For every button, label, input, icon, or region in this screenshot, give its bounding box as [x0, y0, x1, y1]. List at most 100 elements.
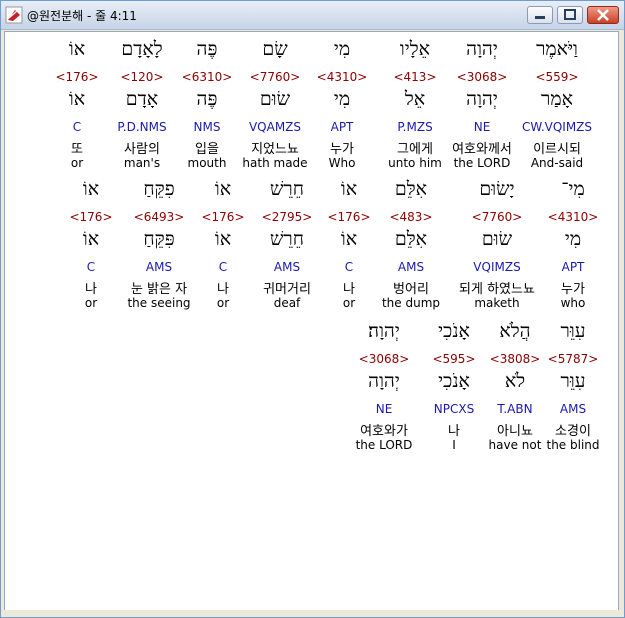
parse-code: NE	[473, 120, 491, 134]
hebrew-word: מִי־	[561, 178, 585, 200]
lemma-word: אָנֹכִי	[438, 370, 470, 392]
word-cell[interactable]: חֵרֵשׁ <2795> חֵרֵשׁ AMS 귀머거리 deaf	[249, 178, 325, 312]
word-cell[interactable]: לָאָדָם <120> אָדָם P.D.NMS 사람의 man's	[104, 38, 180, 172]
strong-number: <7760>	[249, 70, 301, 84]
hebrew-word: הֲלֹא	[499, 320, 531, 342]
close-button[interactable]	[587, 6, 619, 24]
english-gloss: And-said	[530, 156, 584, 170]
word-cell[interactable]: אוֹ <176> אוֹ C 나 or	[66, 178, 116, 312]
minimize-button[interactable]	[527, 6, 553, 24]
korean-gloss: 나	[448, 424, 460, 439]
word-cell[interactable]: מִי־ <4310> מִי APT 누가 who	[538, 178, 608, 312]
lemma-word: יְהוָה	[368, 370, 400, 392]
lemma-word: אוֹ	[82, 228, 100, 250]
word-cell[interactable]: אָנֹכִי <595> אָנֹכִי NPCXS 나 I	[421, 320, 487, 454]
parse-code: T.ABN	[497, 402, 533, 416]
english-gloss: or	[342, 296, 356, 310]
lemma-word: פֶּה	[196, 88, 218, 110]
strong-number: <7760>	[471, 210, 523, 224]
parse-code: P.D.NMS	[117, 120, 167, 134]
app-window: @원전분해 - 줄 4:11 וַיֹּאמֶר <559> אָמַר CW.VQI…	[0, 0, 625, 618]
korean-gloss: 벙어리	[393, 282, 429, 297]
lemma-word: אוֹ	[68, 88, 86, 110]
strong-number: <176>	[327, 210, 371, 224]
korean-gloss: 아니뇨	[497, 424, 533, 439]
hebrew-word: יָשׂוּם	[479, 178, 515, 200]
strong-number: <176>	[69, 210, 113, 224]
status-bar	[1, 610, 624, 617]
parse-code: NE	[375, 402, 393, 416]
hebrew-word: מִי	[333, 38, 351, 60]
korean-gloss: 나	[85, 282, 97, 297]
word-cell[interactable]: אוֹ <176> אוֹ C 또 or	[46, 38, 108, 172]
parse-code: VQIMZS	[473, 260, 521, 274]
parse-code: NMS	[193, 120, 221, 134]
english-gloss: man's	[123, 156, 161, 170]
lemma-word: יְהוָה	[466, 88, 498, 110]
strong-number: <4310>	[316, 70, 368, 84]
korean-gloss: 사람의	[124, 142, 160, 157]
lemma-word: שׂוּם	[481, 228, 513, 250]
strong-number: <559>	[535, 70, 579, 84]
lemma-word: פִּקֵּחַ	[143, 228, 175, 250]
strong-number: <595>	[432, 352, 476, 366]
korean-gloss: 누가	[330, 142, 354, 157]
english-gloss: have not	[488, 438, 542, 452]
strong-number: <413>	[393, 70, 437, 84]
lemma-word: מִי	[333, 88, 351, 110]
word-cell[interactable]: הֲלֹא <3808> לֹא T.ABN 아니뇨 have not	[480, 320, 550, 454]
hebrew-word: אָנֹכִי	[438, 320, 470, 342]
hebrew-word: אוֹ	[68, 38, 86, 60]
strong-number: <3808>	[489, 352, 541, 366]
word-cell[interactable]: פֶּה <6310> פֶּה NMS 입을 mouth	[176, 38, 238, 172]
title-bar[interactable]: @원전분해 - 줄 4:11	[1, 1, 624, 30]
english-gloss: mouth	[187, 156, 227, 170]
lemma-word: אָדָם	[125, 88, 159, 110]
hebrew-word: פֶּה	[196, 38, 218, 60]
korean-gloss: 또	[71, 142, 83, 157]
maximize-button[interactable]	[557, 6, 583, 24]
strong-number: <483>	[389, 210, 433, 224]
hebrew-word: שָׂם	[262, 38, 288, 60]
parse-code: CW.VQIMZS	[521, 120, 593, 134]
english-gloss: Who	[328, 156, 356, 170]
word-cell[interactable]: מִי <4310> מִי APT 누가 Who	[311, 38, 373, 172]
word-cell[interactable]: אִלֵּם <483> אִלֵּם AMS 벙어리 the dump	[376, 178, 446, 312]
english-gloss: deaf	[273, 296, 301, 310]
word-cell[interactable]: יְהוָה׃ <3068> יְהוָה NE 여호와가 the LORD	[349, 320, 419, 454]
word-cell[interactable]: וַיֹּאמֶר <559> אָמַר CW.VQIMZS 이르시되 And-said	[513, 38, 601, 172]
english-gloss: I	[452, 438, 456, 452]
english-gloss: the LORD	[355, 438, 413, 452]
strong-number: <4310>	[547, 210, 599, 224]
lemma-word: אִלֵּם	[394, 228, 428, 250]
word-cell[interactable]: פִקֵּחַ <6493> פִּקֵּחַ AMS 눈 밝은 자 the seeing	[114, 178, 204, 312]
english-gloss: the LORD	[453, 156, 511, 170]
hebrew-word: אִלֵּם	[394, 178, 428, 200]
parse-code: C	[72, 120, 82, 134]
close-icon	[597, 9, 609, 21]
lemma-word: שׂוּם	[259, 88, 291, 110]
word-cell[interactable]: אֵלָיו <413> אֵל P.MZS 그에게 unto him	[380, 38, 450, 172]
english-gloss: or	[70, 156, 84, 170]
hebrew-word: אֵלָיו	[399, 38, 431, 60]
word-cell[interactable]: אוֹ <176> אוֹ C 나 or	[324, 178, 374, 312]
word-cell[interactable]: אוֹ <176> אוֹ C 나 or	[198, 178, 248, 312]
korean-gloss: 여호와께서	[452, 142, 512, 157]
english-gloss: or	[216, 296, 230, 310]
korean-gloss: 지었느뇨	[251, 142, 299, 157]
word-cell[interactable]: יְהוָה <3068> יְהוָה NE 여호와께서 the LORD	[443, 38, 521, 172]
hebrew-word: חֵרֵשׁ	[269, 178, 305, 200]
lemma-word: חֵרֵשׁ	[269, 228, 305, 250]
parse-code: C	[86, 260, 96, 274]
word-cell[interactable]: יָשׂוּם <7760> שׂוּם VQIMZS 되게 하였느뇨 maketh	[447, 178, 547, 312]
lemma-word: אָמַר	[541, 88, 573, 110]
parse-code: AMS	[145, 260, 173, 274]
korean-gloss: 귀머거리	[263, 282, 311, 297]
word-cell[interactable]: שָׂם <7760> שׂוּם VQAMZS 지었느뇨 hath made	[236, 38, 314, 172]
strong-number: <176>	[201, 210, 245, 224]
english-gloss: the seeing	[127, 296, 191, 310]
strong-number: <176>	[55, 70, 99, 84]
parse-code: C	[344, 260, 354, 274]
korean-gloss: 되게 하였느뇨	[459, 282, 535, 297]
analysis-pane[interactable]: וַיֹּאמֶר <559> אָמַר CW.VQIMZS 이르시되 And-said…	[4, 31, 619, 611]
